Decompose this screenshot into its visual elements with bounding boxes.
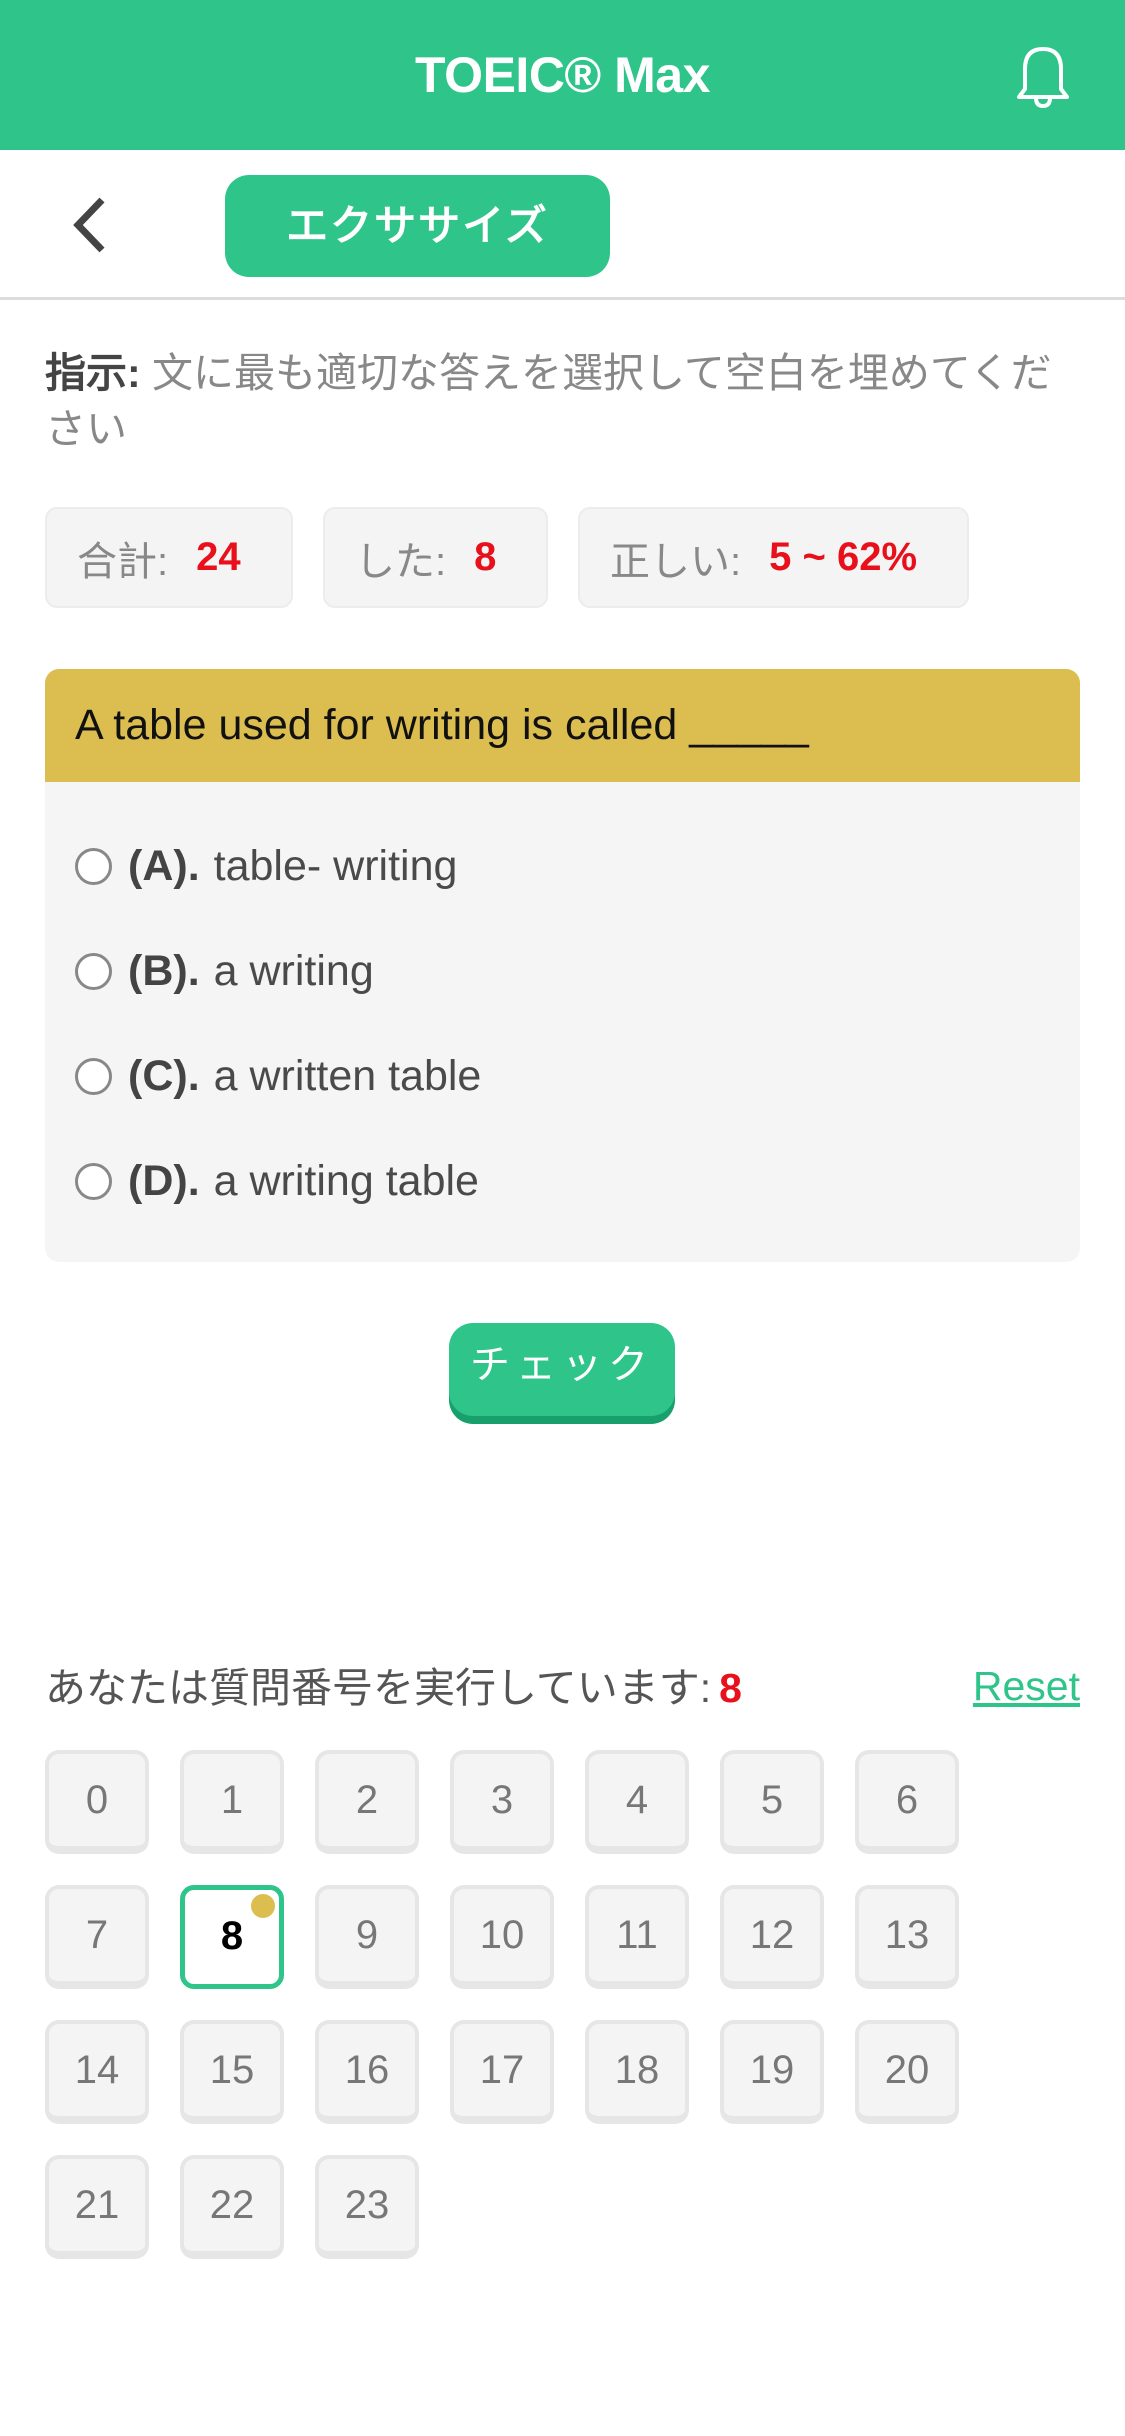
option-letter: (C). [128,1051,200,1100]
question-cell[interactable]: 7 [45,1885,149,1989]
question-cell-number: 4 [625,1778,649,1822]
option-letter: (D). [128,1156,200,1205]
question-cell[interactable]: 17 [450,2020,554,2124]
instruction-text: 文に最も適切な答えを選択して空白を埋めてください [45,350,1052,452]
option-letter: (B). [128,946,200,995]
question-cell-current[interactable]: 8 [180,1885,284,1989]
question-cell-number: 0 [85,1778,109,1822]
stat-label: した: [355,539,447,584]
question-cell[interactable]: 22 [180,2155,284,2259]
question-cell-number: 6 [895,1778,919,1822]
instruction: 指示: 文に最も適切な答えを選択して空白を埋めてください [45,345,1085,457]
stat-value: 8 [474,535,497,579]
question-cell[interactable]: 3 [450,1750,554,1854]
question-cell[interactable]: 19 [720,2020,824,2124]
progress-label: あなたは質問番号を実行しています: 8 [45,1660,742,1716]
question-cell[interactable]: 0 [45,1750,149,1854]
question-cell-number: 3 [490,1778,514,1822]
question-cell-number: 16 [344,2048,390,2092]
question-cell-number: 21 [74,2183,120,2227]
option-text: a written table [213,1051,482,1100]
stat-correct: 正しい: 5 ~ 62% [578,507,969,608]
stat-done: した: 8 [323,507,548,608]
question-cell-number: 19 [749,2048,795,2092]
question-cell-number: 9 [355,1913,379,1957]
question-cell-number: 12 [749,1913,795,1957]
progress-text: あなたは質問番号を実行しています: [45,1665,712,1711]
question-cell[interactable]: 2 [315,1750,419,1854]
stat-value: 24 [196,535,241,579]
question-text: A table used for writing is called _____ [45,669,1080,782]
option-text: a writing table [213,1156,479,1205]
question-cell-number: 18 [614,2048,660,2092]
question-cell-number: 8 [220,1914,244,1958]
option-c[interactable]: (C). a written table [75,1046,481,1106]
current-question-number: 8 [719,1665,742,1711]
app-title: TOEIC® Max [415,47,710,103]
option-b[interactable]: (B). a writing [75,941,374,1001]
radio-button[interactable] [75,1057,112,1095]
question-cell[interactable]: 1 [180,1750,284,1854]
question-cell-number: 14 [74,2048,120,2092]
option-letter: (A). [128,841,200,890]
question-cell[interactable]: 15 [180,2020,284,2124]
question-cell-number: 22 [209,2183,255,2227]
sub-navigation-bar: エクササイズ [0,150,1125,300]
radio-button[interactable] [75,1162,112,1200]
option-text: table- writing [213,841,458,890]
question-cell[interactable]: 20 [855,2020,959,2124]
question-cell[interactable]: 13 [855,1885,959,1989]
question-cell[interactable]: 6 [855,1750,959,1854]
question-cell[interactable]: 14 [45,2020,149,2124]
question-card: A table used for writing is called _____… [45,669,1080,1262]
question-cell[interactable]: 9 [315,1885,419,1989]
question-cell[interactable]: 12 [720,1885,824,1989]
radio-button[interactable] [75,952,112,990]
check-button[interactable]: チェック [449,1323,675,1416]
question-cell[interactable]: 16 [315,2020,419,2124]
question-cell-number: 10 [479,1913,525,1957]
question-cell-number: 5 [760,1778,784,1822]
option-d[interactable]: (D). a writing table [75,1151,479,1211]
bell-icon[interactable] [1005,37,1081,113]
stat-label: 正しい: [610,539,742,584]
stat-label: 合計: [77,539,169,584]
question-cell[interactable]: 11 [585,1885,689,1989]
back-button[interactable] [62,190,122,260]
question-cell[interactable]: 5 [720,1750,824,1854]
stats-bar: 合計: 24 した: 8 正しい: 5 ~ 62% [45,507,969,608]
question-cell-number: 2 [355,1778,379,1822]
question-cell-number: 7 [85,1913,109,1957]
question-cell[interactable]: 4 [585,1750,689,1854]
question-cell[interactable]: 10 [450,1885,554,1989]
question-cell[interactable]: 18 [585,2020,689,2124]
option-a[interactable]: (A). table- writing [75,836,457,896]
instruction-label: 指示: [45,350,141,396]
question-cell-number: 23 [344,2183,390,2227]
question-cell-number: 17 [479,2048,525,2092]
question-cell-number: 20 [884,2048,930,2092]
reset-link[interactable]: Reset [973,1658,1080,1714]
current-marker-dot [251,1894,275,1918]
chevron-left-icon [73,197,105,253]
question-cell-number: 11 [616,1913,658,1957]
stat-value: 5 ~ 62% [769,535,918,579]
question-cell-number: 13 [884,1913,930,1957]
stat-total: 合計: 24 [45,507,293,608]
question-cell-number: 15 [209,2048,255,2092]
option-text: a writing [213,946,374,995]
question-cell[interactable]: 21 [45,2155,149,2259]
tab-exercise[interactable]: エクササイズ [225,175,610,277]
radio-button[interactable] [75,847,112,885]
question-cell[interactable]: 23 [315,2155,419,2259]
app-header: TOEIC® Max [0,0,1125,150]
question-cell-number: 1 [220,1778,244,1822]
